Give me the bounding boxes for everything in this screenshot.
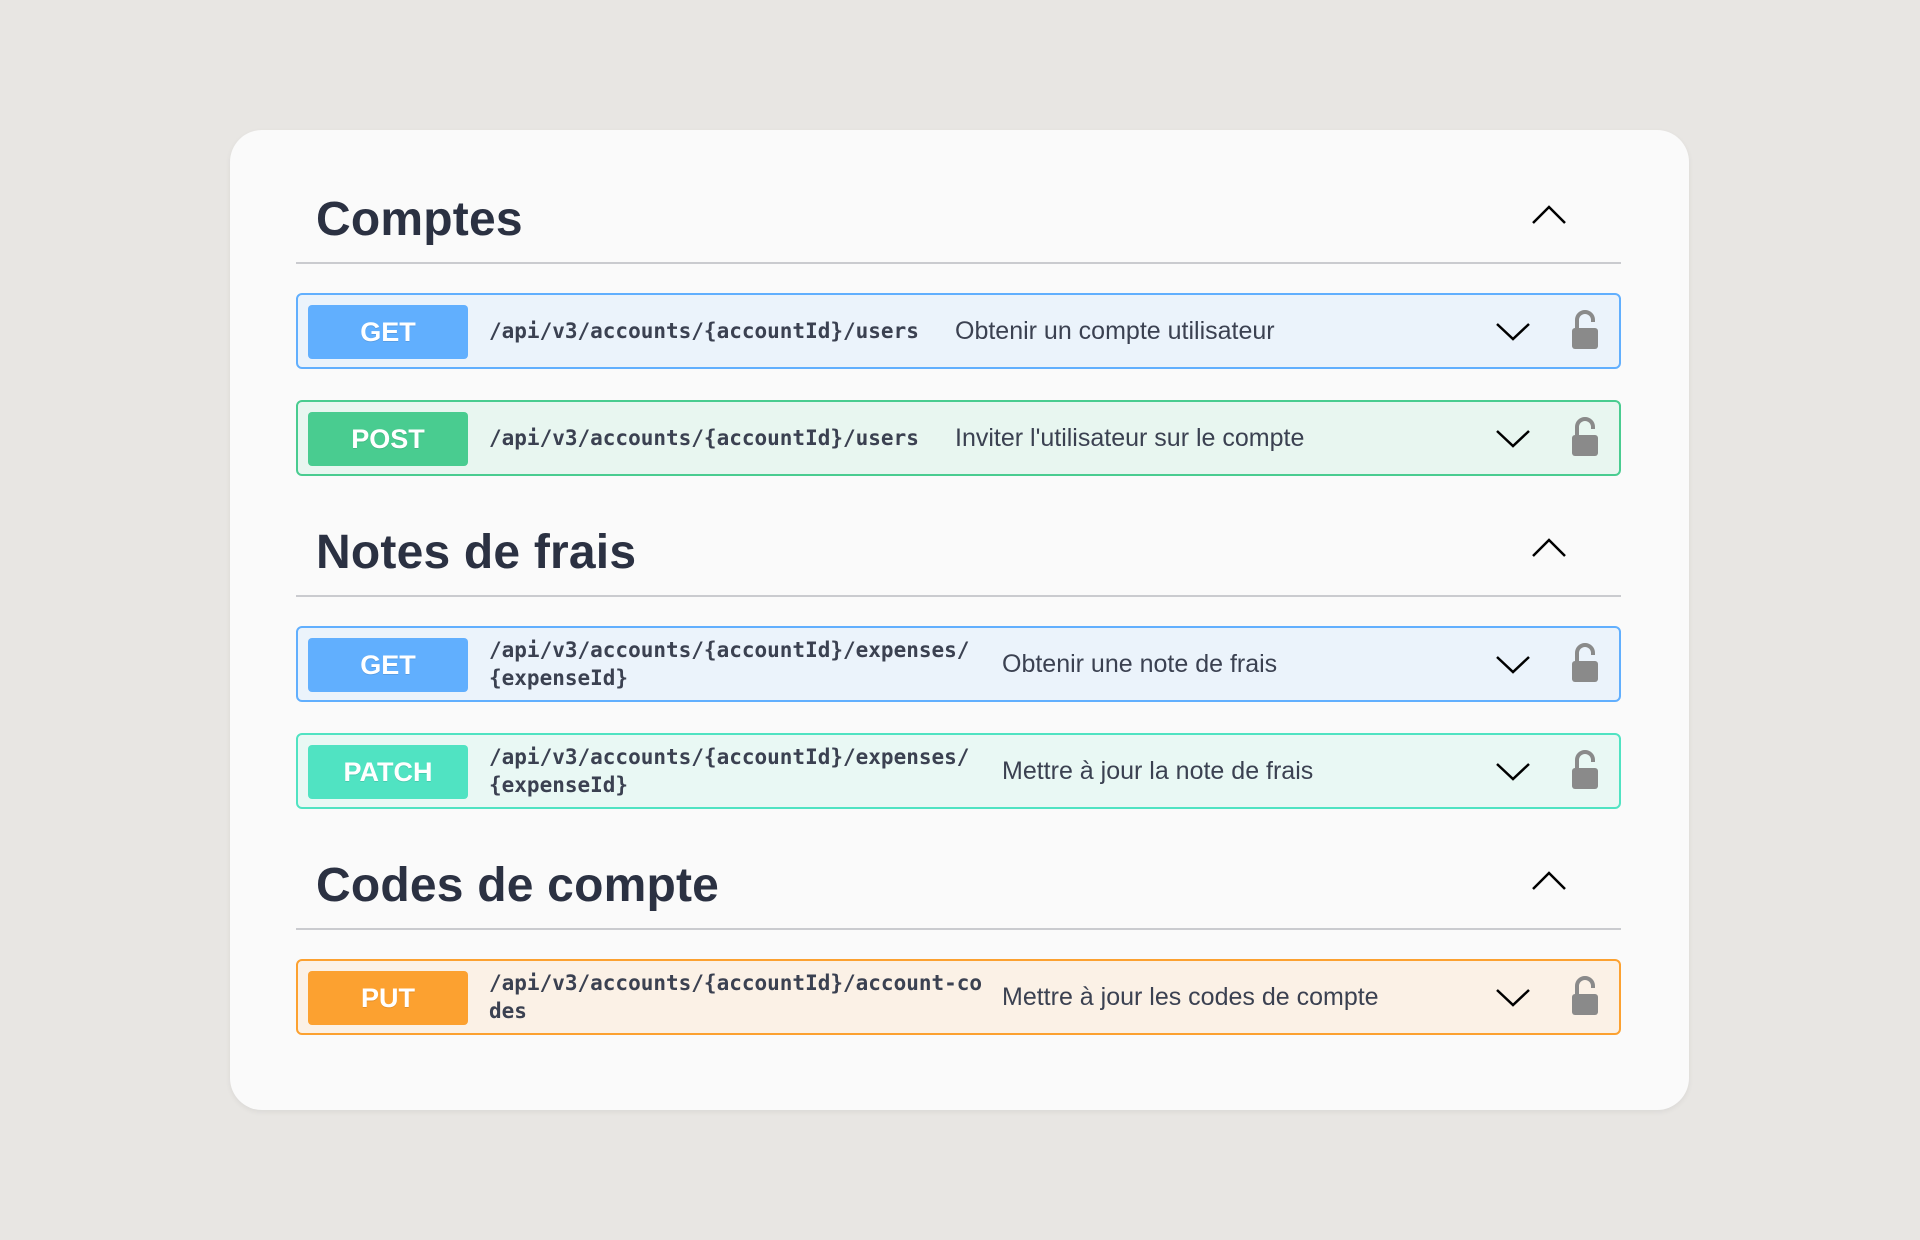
section-comptes: Comptes GET /api/v3/accounts/{accountId}…: [296, 174, 1621, 476]
unlocked-padlock-icon[interactable]: [1569, 309, 1601, 351]
section-header[interactable]: Comptes: [296, 174, 1621, 264]
operation-path: /api/v3/accounts/{accountId}/expenses/{e…: [489, 638, 970, 690]
chevron-down-icon[interactable]: [1495, 984, 1531, 1010]
section-title: Codes de compte: [316, 859, 720, 912]
method-badge: POST: [308, 412, 468, 466]
unlocked-padlock-icon[interactable]: [1569, 416, 1601, 458]
method-badge: GET: [308, 305, 468, 359]
operation-path: /api/v3/accounts/{accountId}/users: [489, 319, 919, 343]
operation-path: /api/v3/accounts/{accountId}/expenses/{e…: [489, 745, 970, 797]
section-title: Notes de frais: [316, 526, 637, 579]
chevron-up-icon[interactable]: [1529, 534, 1569, 560]
chevron-down-icon[interactable]: [1495, 651, 1531, 677]
api-sections: Comptes GET /api/v3/accounts/{accountId}…: [296, 174, 1621, 1066]
method-badge: GET: [308, 638, 468, 692]
operation-summary: Obtenir un compte utilisateur: [955, 316, 1275, 345]
operation-post-users[interactable]: POST /api/v3/accounts/{accountId}/users …: [296, 400, 1621, 476]
operation-path: /api/v3/accounts/{accountId}/users: [489, 426, 919, 450]
chevron-up-icon[interactable]: [1529, 867, 1569, 893]
section-header[interactable]: Codes de compte: [296, 840, 1621, 930]
operation-summary: Mettre à jour les codes de compte: [1002, 982, 1379, 1011]
api-docs-card: Comptes GET /api/v3/accounts/{accountId}…: [230, 130, 1689, 1110]
operation-get-expense[interactable]: GET /api/v3/accounts/{accountId}/expense…: [296, 626, 1621, 702]
operation-summary: Mettre à jour la note de frais: [1002, 756, 1314, 785]
chevron-up-icon[interactable]: [1529, 201, 1569, 227]
section-notes-de-frais: Notes de frais GET /api/v3/accounts/{acc…: [296, 507, 1621, 809]
operation-put-account-codes[interactable]: PUT /api/v3/accounts/{accountId}/account…: [296, 959, 1621, 1035]
section-title: Comptes: [316, 193, 523, 246]
section-codes-de-compte: Codes de compte PUT /api/v3/accounts/{ac…: [296, 840, 1621, 1035]
operation-summary: Obtenir une note de frais: [1002, 649, 1278, 678]
chevron-down-icon[interactable]: [1495, 318, 1531, 344]
unlocked-padlock-icon[interactable]: [1569, 749, 1601, 791]
operation-get-users[interactable]: GET /api/v3/accounts/{accountId}/users O…: [296, 293, 1621, 369]
chevron-down-icon[interactable]: [1495, 425, 1531, 451]
chevron-down-icon[interactable]: [1495, 758, 1531, 784]
unlocked-padlock-icon[interactable]: [1569, 642, 1601, 684]
unlocked-padlock-icon[interactable]: [1569, 975, 1601, 1017]
operation-patch-expense[interactable]: PATCH /api/v3/accounts/{accountId}/expen…: [296, 733, 1621, 809]
operation-summary: Inviter l'utilisateur sur le compte: [955, 423, 1305, 452]
method-badge: PATCH: [308, 745, 468, 799]
operation-path: /api/v3/accounts/{accountId}/account-cod…: [489, 971, 983, 1023]
method-badge: PUT: [308, 971, 468, 1025]
section-header[interactable]: Notes de frais: [296, 507, 1621, 597]
